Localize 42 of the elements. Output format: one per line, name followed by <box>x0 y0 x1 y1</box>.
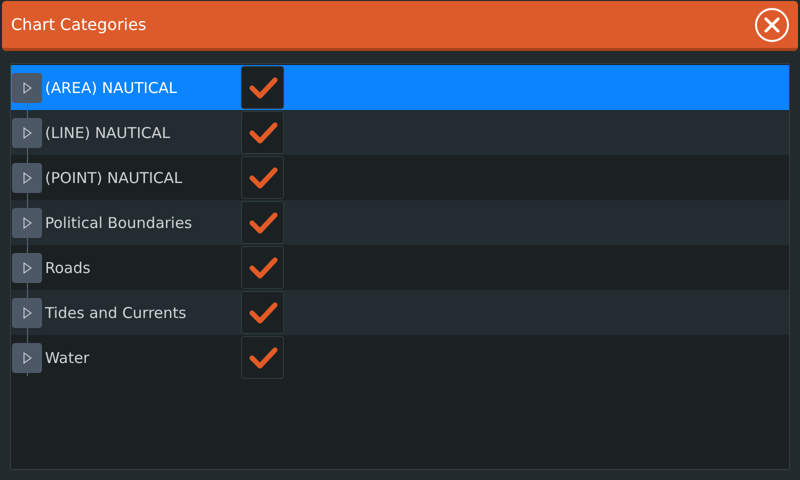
category-label: Roads <box>45 258 92 276</box>
category-row[interactable]: (LINE) NAUTICAL <box>11 110 789 155</box>
triangle-icon <box>22 306 32 318</box>
category-row[interactable]: (AREA) NAUTICAL <box>11 65 789 110</box>
checkbox[interactable] <box>241 66 284 109</box>
checkbox[interactable] <box>241 246 284 289</box>
checkmark-icon <box>248 210 278 234</box>
checkbox[interactable] <box>241 336 284 379</box>
checkbox[interactable] <box>241 291 284 334</box>
triangle-icon <box>22 216 32 228</box>
expand-button[interactable] <box>12 252 42 282</box>
category-row[interactable]: Tides and Currents <box>11 290 789 335</box>
checkmark-icon <box>248 166 278 190</box>
checkmark-icon <box>248 120 278 144</box>
category-label: Tides and Currents <box>45 304 188 322</box>
checkmark-icon <box>248 256 278 280</box>
checkmark-icon <box>248 346 278 370</box>
category-label: (LINE) NAUTICAL <box>45 124 172 142</box>
expand-button[interactable] <box>12 208 42 238</box>
category-row[interactable]: Political Boundaries <box>11 200 789 245</box>
close-button[interactable] <box>755 8 789 42</box>
expand-button[interactable] <box>12 162 42 192</box>
checkmark-icon <box>248 300 278 324</box>
category-label: Political Boundaries <box>45 214 194 232</box>
category-label: Water <box>45 348 90 366</box>
checkbox[interactable] <box>241 111 284 154</box>
category-label: (AREA) NAUTICAL <box>45 78 178 96</box>
category-label: (POINT) NAUTICAL <box>45 168 184 186</box>
triangle-icon <box>22 82 32 94</box>
expand-button[interactable] <box>12 118 42 148</box>
close-icon <box>763 16 781 34</box>
triangle-icon <box>22 126 32 138</box>
triangle-icon <box>22 352 32 364</box>
triangle-icon <box>22 172 32 184</box>
checkmark-icon <box>248 76 278 100</box>
expand-button[interactable] <box>12 298 42 328</box>
checkbox[interactable] <box>241 156 284 199</box>
window-title: Chart Categories <box>11 15 146 34</box>
expand-button[interactable] <box>12 342 42 372</box>
expand-button[interactable] <box>12 72 42 102</box>
checkbox[interactable] <box>241 201 284 244</box>
triangle-icon <box>22 262 32 274</box>
